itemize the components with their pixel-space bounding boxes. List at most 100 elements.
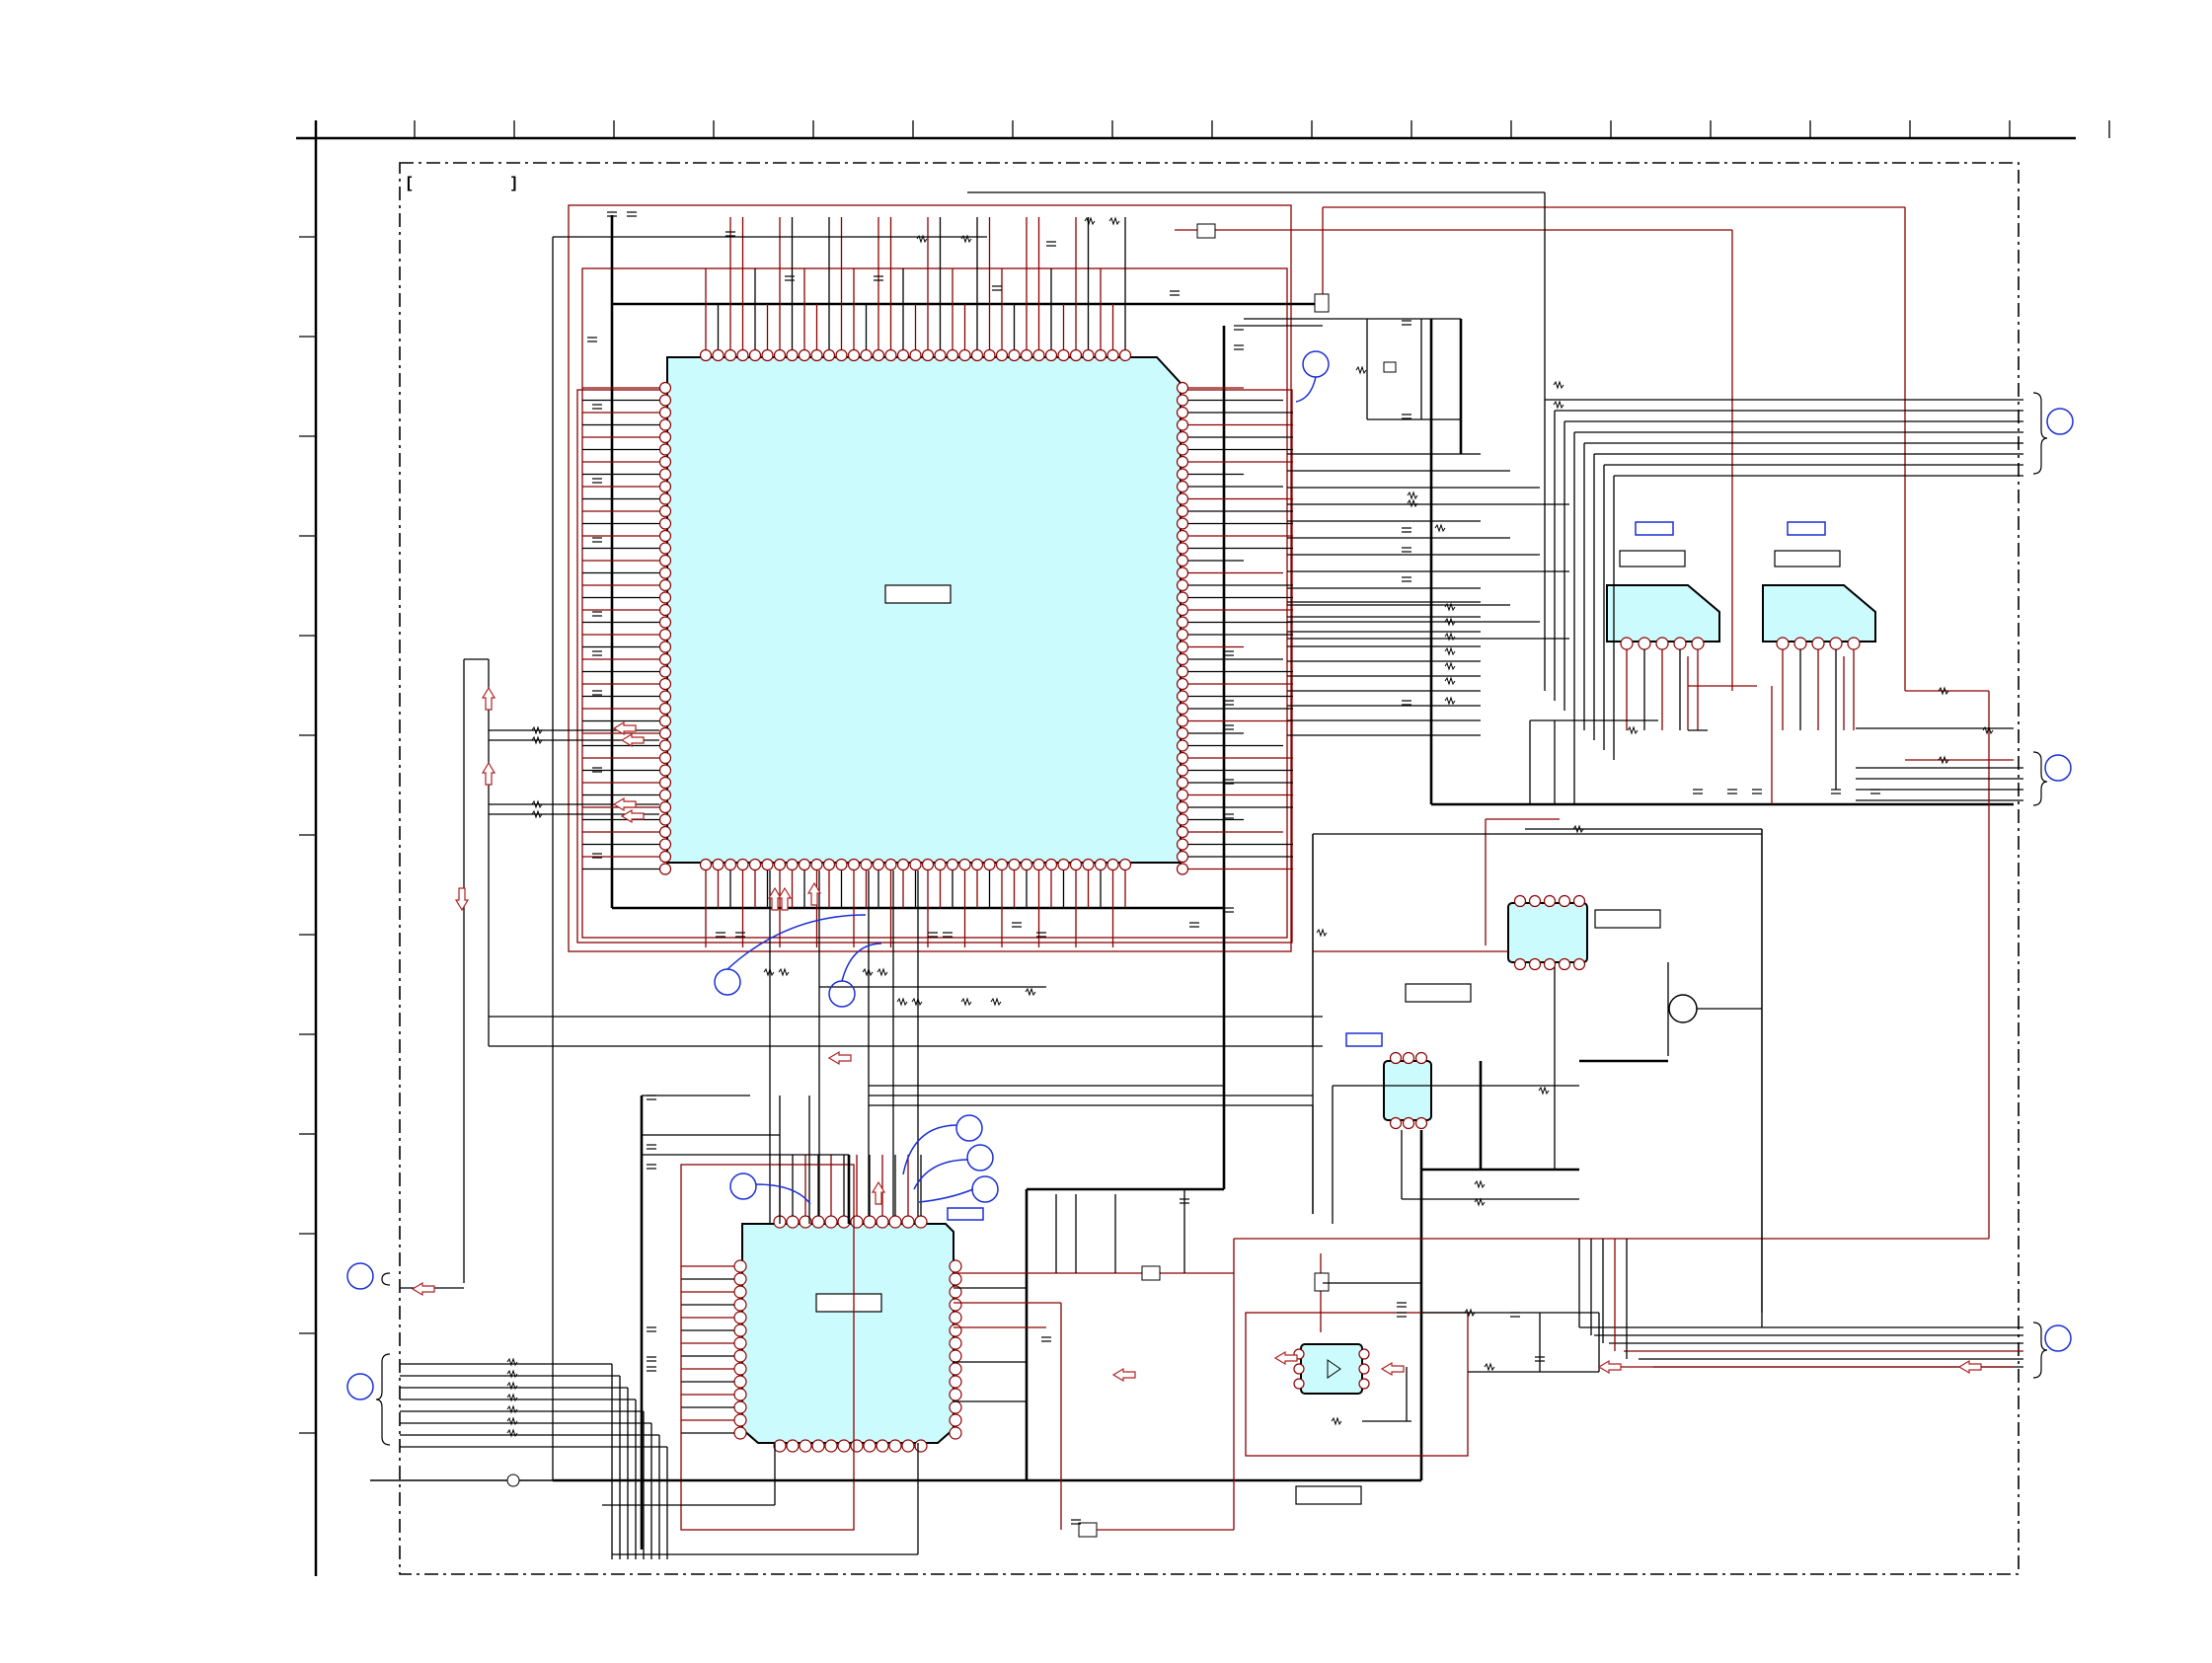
pin (1558, 957, 1571, 971)
pin (810, 348, 823, 362)
pin (733, 1375, 747, 1389)
pin (850, 1439, 864, 1453)
pin (699, 858, 713, 871)
pin (1293, 1378, 1305, 1390)
pin (1094, 858, 1107, 871)
pin (1691, 637, 1705, 650)
pin (1402, 1116, 1415, 1130)
pin (733, 1272, 747, 1286)
regulator-left-label (1619, 550, 1686, 567)
callout-marker (828, 980, 856, 1008)
regulator-left-tag (1635, 521, 1674, 536)
board-title-bracket-end: ] (511, 175, 516, 191)
pin (824, 1439, 838, 1453)
pin (761, 348, 774, 362)
pin (949, 1375, 962, 1389)
pin (658, 800, 672, 814)
pin (1069, 348, 1083, 362)
pin (1620, 637, 1634, 650)
pin (1176, 863, 1189, 875)
resistor (1407, 491, 1418, 500)
pin (1528, 957, 1542, 971)
pin (658, 394, 672, 407)
pin (1106, 348, 1119, 362)
pin (1176, 578, 1189, 592)
pin (1176, 726, 1189, 740)
pin (1008, 348, 1021, 362)
secondary-processor (681, 1155, 962, 1453)
pin (658, 702, 672, 716)
resistor (877, 967, 888, 977)
pin (1176, 381, 1189, 395)
pin (1176, 641, 1189, 653)
pin (1513, 957, 1527, 971)
pin (888, 1215, 902, 1229)
pin (1358, 1348, 1370, 1360)
pin (909, 858, 922, 871)
pin (822, 858, 836, 871)
pin (658, 628, 672, 642)
main-processor-label (884, 584, 952, 604)
resistor (1331, 1416, 1342, 1426)
pin (1176, 455, 1189, 469)
pin (658, 443, 672, 456)
pin (1811, 637, 1825, 650)
pin (1176, 764, 1189, 777)
pin (658, 652, 672, 666)
pin (1176, 529, 1189, 543)
pin (1389, 1051, 1403, 1065)
logic-gate-label (1594, 909, 1661, 929)
pin (1032, 348, 1045, 362)
pin (786, 858, 799, 871)
pin (658, 616, 672, 629)
small-ic-label (1405, 983, 1472, 1003)
callout-marker (955, 1114, 983, 1142)
pin (1543, 894, 1557, 908)
pin (949, 1426, 962, 1440)
pin (863, 1215, 877, 1229)
pin (658, 578, 672, 592)
pin (1829, 637, 1843, 650)
callout-marker (2044, 754, 2072, 782)
pin (824, 1215, 838, 1229)
callout-marker (2046, 408, 2074, 435)
column-ticks (414, 120, 2110, 138)
pin (1528, 894, 1542, 908)
resistor (1553, 400, 1564, 410)
pin (736, 858, 749, 871)
pin (658, 715, 672, 727)
pin (658, 764, 672, 777)
oscillator-section (1196, 223, 1463, 804)
pin (1176, 789, 1189, 801)
small-ic (1345, 967, 1579, 1480)
pin (1057, 348, 1070, 362)
pin (1543, 957, 1557, 971)
pin (949, 1259, 962, 1273)
resistor (960, 997, 972, 1007)
pin (699, 348, 713, 362)
pin (733, 1298, 747, 1312)
pin (724, 348, 737, 362)
regulator-wiring (1431, 656, 2014, 806)
regulator-right-label (1774, 550, 1841, 567)
row-ticks (299, 236, 316, 1434)
flow-arrow (1597, 1359, 1622, 1375)
resistor (862, 967, 874, 977)
pin (1094, 348, 1107, 362)
pin (658, 825, 672, 839)
pin (1655, 637, 1669, 650)
pin (949, 1298, 962, 1312)
pin (970, 348, 984, 362)
resistor (1444, 646, 1456, 656)
main-right-bus (1188, 387, 1569, 870)
pin (949, 1311, 962, 1324)
pin (876, 1215, 889, 1229)
flow-arrow (411, 1281, 435, 1297)
pin (658, 751, 672, 765)
resistor (990, 997, 1002, 1007)
pin (1572, 957, 1586, 971)
resistor (763, 967, 775, 977)
pin (888, 1439, 902, 1453)
pin (1176, 394, 1189, 407)
callout-leader (913, 1159, 969, 1190)
